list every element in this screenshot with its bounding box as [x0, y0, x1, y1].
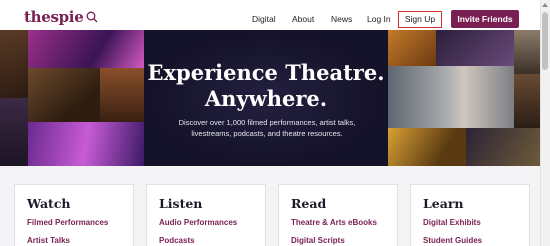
hero-photo-tile	[388, 66, 514, 128]
card-link[interactable]: Artist Talks	[27, 236, 70, 245]
scrollbar-thumb[interactable]	[542, 12, 548, 70]
hero-title-line2: Anywhere.	[204, 86, 328, 111]
hero-banner: Experience Theatre. Anywhere. Discover o…	[0, 30, 540, 166]
card-link[interactable]: Theatre & Arts eBooks	[291, 218, 377, 227]
hero-photo-tile	[436, 30, 514, 66]
hero-photo-tile	[514, 30, 540, 74]
hero-photo-tile	[0, 98, 28, 166]
hero-photo-tile	[466, 128, 540, 166]
nav-news[interactable]: News	[331, 14, 352, 24]
site-logo[interactable]: thespie	[24, 8, 84, 26]
card-link[interactable]: Audio Performances	[159, 218, 237, 227]
hero-photo-tile	[28, 122, 144, 166]
scroll-up-arrow-icon[interactable]	[542, 3, 548, 7]
card-learn: Learn Digital Exhibits Student Guides	[410, 184, 530, 246]
hero-subtitle: Discover over 1,000 filmed performances,…	[178, 118, 356, 138]
card-link[interactable]: Digital Scripts	[291, 236, 345, 245]
hero-title-line1: Experience Theatre.	[147, 60, 385, 85]
hero-photo-tile	[388, 128, 466, 166]
nav-login[interactable]: Log In	[367, 14, 391, 24]
hero-photo-tile	[388, 30, 436, 66]
site-header: thespie Digital About News Log In Sign U…	[0, 0, 540, 30]
card-link[interactable]: Digital Exhibits	[423, 218, 481, 227]
nav-digital[interactable]: Digital	[252, 14, 276, 24]
card-link[interactable]: Filmed Performances	[27, 218, 108, 227]
card-title: Watch	[27, 196, 71, 211]
invite-friends-button[interactable]: Invite Friends	[451, 10, 519, 28]
card-title: Listen	[159, 196, 203, 211]
hero-title: Experience Theatre. Anywhere.	[140, 60, 392, 112]
card-link[interactable]: Student Guides	[423, 236, 482, 245]
search-icon[interactable]	[86, 11, 98, 23]
page-scrollbar[interactable]	[540, 0, 550, 246]
hero-photo-tile	[28, 68, 100, 122]
card-title: Read	[291, 196, 327, 211]
sign-up-button[interactable]: Sign Up	[398, 11, 442, 28]
nav-about[interactable]: About	[292, 14, 314, 24]
card-listen: Listen Audio Performances Podcasts	[146, 184, 266, 246]
hero-photo-tile	[514, 74, 540, 128]
hero-photo-tile	[0, 30, 28, 98]
hero-photo-tile	[100, 68, 144, 122]
card-read: Read Theatre & Arts eBooks Digital Scrip…	[278, 184, 398, 246]
hero-photo-tile	[28, 30, 144, 68]
card-watch: Watch Filmed Performances Artist Talks	[14, 184, 134, 246]
category-cards: Watch Filmed Performances Artist Talks L…	[0, 166, 540, 246]
card-link[interactable]: Podcasts	[159, 236, 195, 245]
card-title: Learn	[423, 196, 464, 211]
